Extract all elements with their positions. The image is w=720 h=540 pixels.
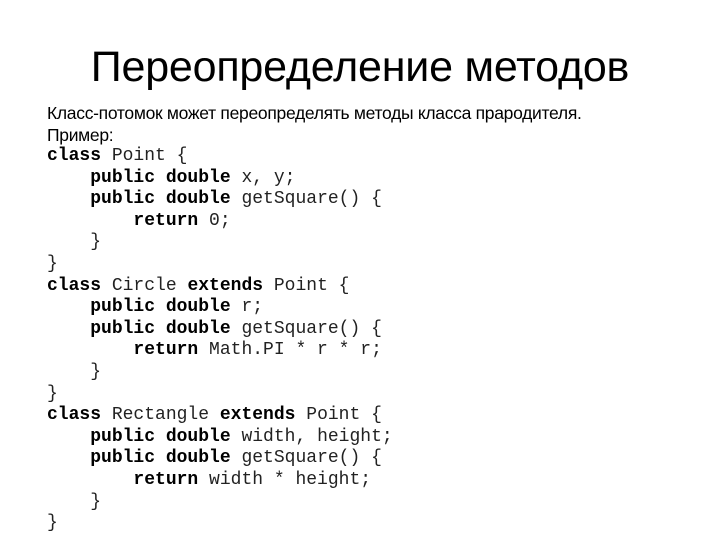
code-keyword: class [47, 405, 102, 426]
code-line: return width * height; [47, 470, 393, 492]
code-keyword: public double [90, 189, 231, 210]
code-text: x, y; [230, 167, 296, 188]
code-text: } [47, 383, 58, 404]
code-keyword: public double [90, 426, 231, 447]
code-line: } [47, 513, 393, 535]
code-line: public double getSquare() { [47, 189, 393, 211]
code-text: } [47, 491, 102, 512]
code-keyword: extends [219, 405, 296, 426]
code-text: Circle [101, 275, 188, 296]
code-line: } [47, 254, 393, 276]
code-line: public double getSquare() { [47, 319, 393, 341]
code-text: } [47, 232, 102, 253]
code-line: return Math.PI * r * r; [47, 340, 393, 362]
code-keyword: extends [187, 275, 264, 296]
code-text: } [47, 253, 58, 274]
code-keyword: class [47, 275, 102, 296]
code-keyword: public double [90, 448, 231, 469]
code-keyword: public double [90, 297, 231, 318]
code-keyword: return [133, 210, 199, 231]
code-line: class Point { [47, 146, 393, 168]
code-text: getSquare() { [230, 189, 382, 210]
code-line: class Circle extends Point { [47, 276, 393, 298]
code-text: Point { [295, 405, 382, 426]
code-keyword: public double [90, 318, 231, 339]
code-keyword: return [133, 469, 199, 490]
slide-title: Переопределение методов [90, 43, 630, 91]
code-line: public double width, height; [47, 426, 393, 449]
code-line: public double x, y; [47, 168, 393, 190]
code-text: r; [230, 297, 264, 318]
code-text: 0; [198, 210, 231, 231]
code-text: width, height; [230, 426, 393, 447]
code-text: Point { [263, 275, 350, 296]
code-keyword: public double [90, 167, 231, 188]
code-text: } [47, 513, 58, 534]
code-text: } [47, 361, 102, 382]
code-block: class Point { public double x, y; public… [47, 146, 393, 535]
code-text: Point { [101, 146, 188, 166]
code-line: class Rectangle extends Point { [47, 405, 393, 427]
code-line: } [47, 384, 393, 406]
code-keyword: class [47, 146, 102, 166]
code-line: public double r; [47, 297, 393, 319]
code-text: getSquare() { [230, 448, 382, 469]
code-text: getSquare() { [230, 318, 382, 339]
code-keyword: return [133, 340, 199, 361]
code-line: return 0; [47, 211, 393, 233]
code-line: } [47, 362, 393, 384]
code-line: } [47, 492, 393, 514]
code-line: public double getSquare() { [47, 448, 393, 470]
code-text: Rectangle [101, 405, 220, 426]
example-label: Пример: [47, 124, 114, 145]
intro-text: Класс-потомок может переопределять метод… [47, 103, 582, 123]
code-line: } [47, 232, 393, 254]
code-text: width * height; [198, 469, 372, 490]
code-text: Math.PI * r * r; [198, 340, 382, 361]
